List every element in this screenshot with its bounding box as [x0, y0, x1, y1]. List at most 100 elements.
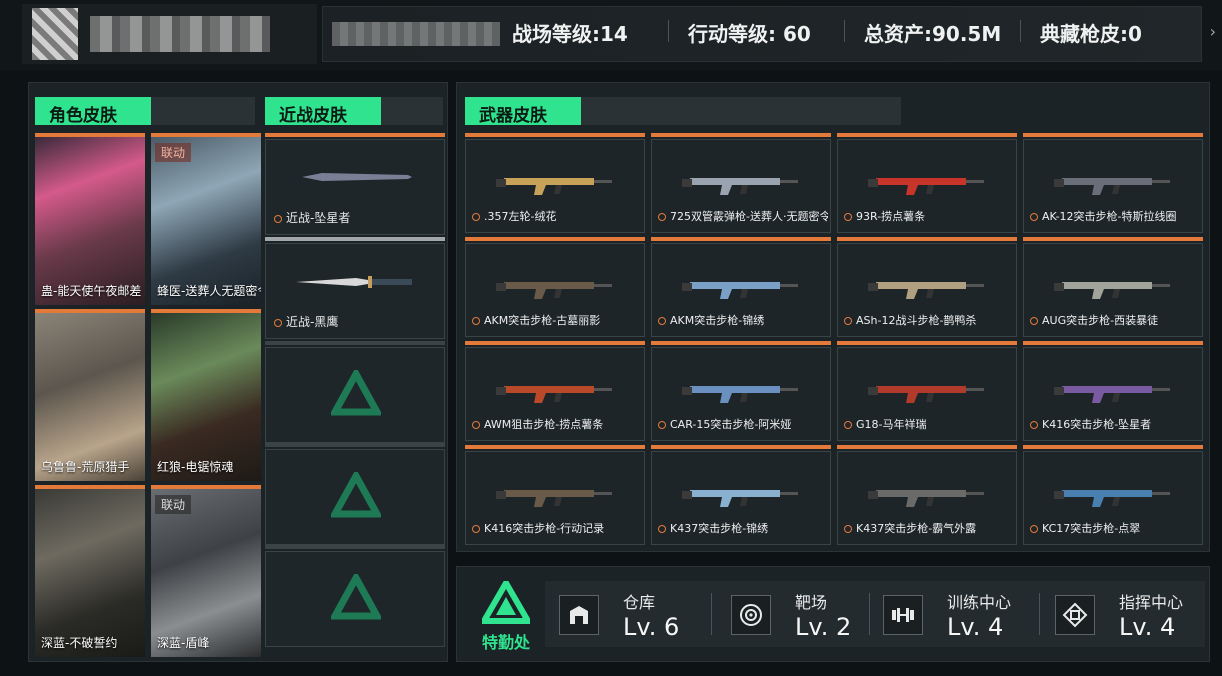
character-card[interactable]: 乌鲁鲁-荒原猎手 — [35, 309, 145, 481]
rarity-icon — [274, 318, 282, 327]
character-art — [151, 313, 261, 481]
weapon-label: 93R-捞点薯条 — [844, 208, 925, 224]
special-ops-button[interactable]: 特勤处 — [471, 577, 541, 653]
weapon-card[interactable]: AKM突击步枪-锦绣 — [651, 243, 831, 337]
character-card[interactable]: 蛊-能天使午夜邮差 — [35, 133, 145, 305]
weapon-card[interactable]: KC17突击步枪-点翠 — [1023, 451, 1203, 545]
character-card[interactable]: 红狼-电锯惊魂 — [151, 309, 261, 481]
weapon-label: AK-12突击步枪-特斯拉线圈 — [1030, 208, 1177, 224]
facility-range[interactable]: 靶场 Lv. 2 — [725, 581, 885, 647]
character-art — [151, 137, 261, 305]
weapon-label: CAR-15突击步枪-阿米娅 — [658, 416, 791, 432]
character-art — [151, 489, 261, 657]
divider — [844, 20, 845, 42]
weapon-card[interactable]: CAR-15突击步枪-阿米娅 — [651, 347, 831, 441]
rarity-icon — [658, 525, 666, 533]
character-card[interactable]: 深蓝-不破誓约 — [35, 485, 145, 657]
rarity-icon — [844, 317, 852, 325]
rarity-bar — [465, 445, 645, 449]
facility-level: Lv. 2 — [795, 613, 852, 641]
rarity-bar — [651, 445, 831, 449]
chevron-right-icon[interactable]: › — [1210, 22, 1216, 41]
weapon-label: AWM狙击步枪-捞点薯条 — [472, 416, 603, 432]
rarity-bar — [1023, 237, 1203, 241]
character-label: 深蓝-不破誓约 — [41, 636, 118, 650]
weapon-card[interactable]: AKM突击步枪-古墓丽影 — [465, 243, 645, 337]
character-card[interactable]: 联动 蜂医-送葬人无题密令 — [151, 133, 261, 305]
weapon-card[interactable]: .357左轮-绒花 — [465, 139, 645, 233]
rarity-bar — [265, 133, 445, 137]
empty-slot-logo-icon — [331, 574, 381, 620]
collab-badge: 联动 — [155, 495, 192, 514]
weapon-label: ASh-12战斗步枪-鹊鸭杀 — [844, 312, 976, 328]
weapon-label: KC17突击步枪-点翠 — [1030, 520, 1140, 536]
empty-slot-logo-icon — [331, 370, 381, 416]
title-tail — [151, 97, 255, 125]
character-card[interactable]: 联动 深蓝-盾峰 — [151, 485, 261, 657]
gun-icon — [496, 490, 612, 507]
character-label: 蜂医-送葬人无题密令 — [157, 284, 261, 298]
collab-badge: 联动 — [155, 143, 192, 162]
gun-icon — [682, 178, 798, 195]
rarity-bar — [837, 341, 1017, 345]
rarity-bar — [651, 341, 831, 345]
gun-icon — [868, 490, 984, 507]
divider — [869, 593, 870, 635]
gun-icon — [868, 386, 984, 403]
weapon-card[interactable]: AUG突击步枪-西装暴徒 — [1023, 243, 1203, 337]
rarity-icon — [1030, 525, 1038, 533]
empty-slot — [265, 551, 445, 647]
gun-icon — [682, 490, 798, 507]
rarity-icon — [472, 421, 480, 429]
title-tail — [381, 97, 443, 125]
weapon-card[interactable]: K416突击步枪-行动记录 — [465, 451, 645, 545]
empty-bar — [265, 443, 445, 447]
melee-card[interactable]: 近战-黑鹰 — [265, 243, 445, 339]
weapon-card[interactable]: K437突击步枪-锦绣 — [651, 451, 831, 545]
rarity-icon — [472, 213, 480, 221]
rarity-bar — [465, 237, 645, 241]
facility-strip: 仓库 Lv. 6 靶场 Lv. 2 训练中心 Lv. 4 指挥中心 Lv. 4 — [545, 581, 1205, 647]
facility-training[interactable]: 训练中心 Lv. 4 — [877, 581, 1037, 647]
rarity-bar — [1023, 133, 1203, 137]
weapon-card[interactable]: AK-12突击步枪-特斯拉线圈 — [1023, 139, 1203, 233]
facility-warehouse[interactable]: 仓库 Lv. 6 — [553, 581, 713, 647]
rarity-bar — [837, 445, 1017, 449]
weapon-label: G18-马年祥瑞 — [844, 416, 927, 432]
weapon-label: K416突击步枪-行动记录 — [472, 520, 604, 536]
weapon-label: AKM突击步枪-锦绣 — [658, 312, 764, 328]
rarity-bar — [651, 237, 831, 241]
player-info — [22, 4, 317, 64]
weapon-skins-title: 武器皮肤 — [465, 97, 581, 126]
weapon-label: K416突击步枪-坠星者 — [1030, 416, 1151, 432]
character-art — [35, 313, 145, 481]
melee-card[interactable]: 近战-坠星者 — [265, 139, 445, 235]
facility-name: 指挥中心 — [1119, 593, 1184, 612]
gun-icon — [868, 178, 984, 195]
character-art — [35, 137, 145, 305]
rarity-icon — [472, 317, 480, 325]
rarity-bar — [1023, 445, 1203, 449]
title-tail — [581, 97, 901, 125]
weapon-card[interactable]: G18-马年祥瑞 — [837, 347, 1017, 441]
character-label: 红狼-电锯惊魂 — [157, 460, 234, 474]
character-label: 深蓝-盾峰 — [157, 636, 210, 650]
rarity-icon — [1030, 421, 1038, 429]
facility-command[interactable]: 指挥中心 Lv. 4 — [1049, 581, 1209, 647]
collection-skins: 典藏枪皮:0 — [1040, 22, 1142, 46]
rarity-icon — [472, 525, 480, 533]
facility-name: 训练中心 — [947, 593, 1012, 612]
weapon-card[interactable]: 93R-捞点薯条 — [837, 139, 1017, 233]
weapon-card[interactable]: 725双管霰弹枪-送葬人·无题密令 — [651, 139, 831, 233]
weapon-card[interactable]: ASh-12战斗步枪-鹊鸭杀 — [837, 243, 1017, 337]
empty-bar — [265, 545, 445, 549]
weapon-card[interactable]: K437突击步枪-霸气外露 — [837, 451, 1017, 545]
target-icon — [731, 595, 771, 635]
gun-icon — [496, 282, 612, 299]
rarity-bar — [265, 237, 445, 241]
weapon-card[interactable]: K416突击步枪-坠星者 — [1023, 347, 1203, 441]
character-skins-title: 角色皮肤 — [35, 97, 151, 126]
weapon-card[interactable]: AWM狙击步枪-捞点薯条 — [465, 347, 645, 441]
character-label: 蛊-能天使午夜邮差 — [41, 284, 142, 298]
rarity-icon — [844, 421, 852, 429]
